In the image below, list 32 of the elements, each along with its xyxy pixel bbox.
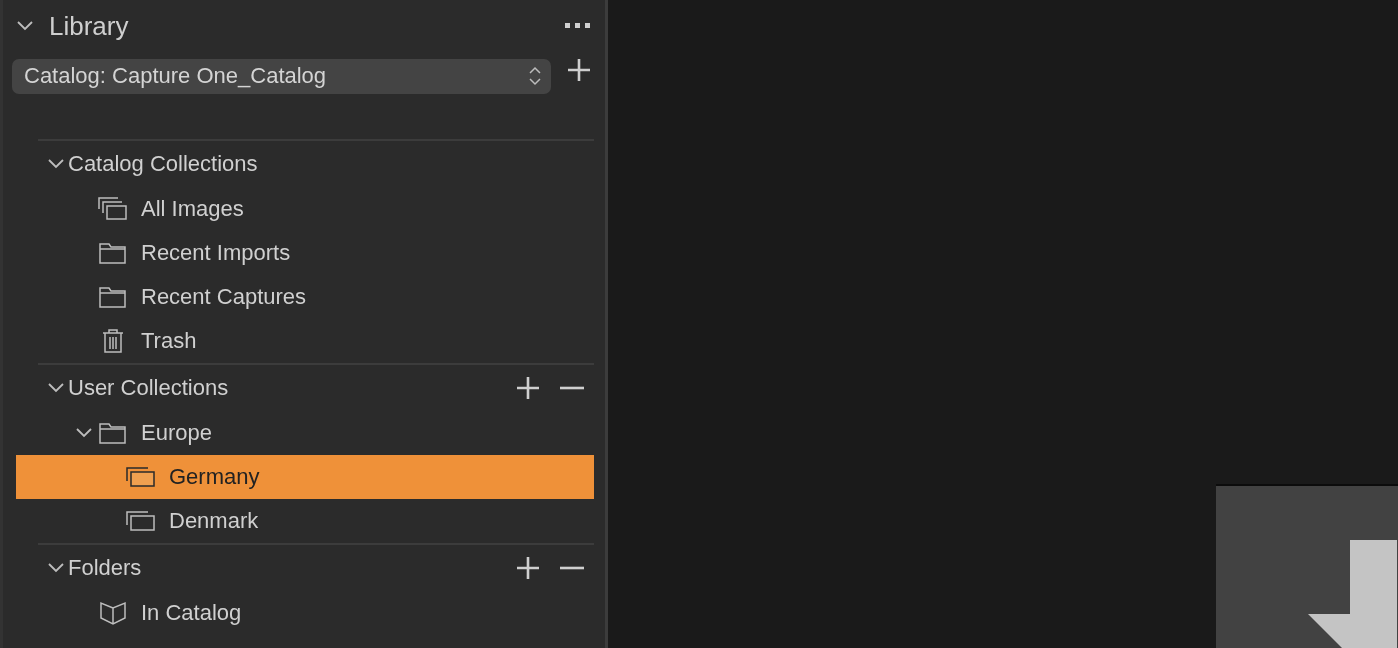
tree-item[interactable]: Trash [16, 319, 594, 363]
tree-item[interactable]: Germany [16, 455, 594, 499]
add-icon[interactable] [567, 58, 591, 82]
remove-icon[interactable] [560, 386, 584, 390]
add-icon[interactable] [516, 556, 540, 580]
book-icon [98, 601, 128, 625]
add-icon[interactable] [516, 376, 540, 400]
catalog-select[interactable]: Catalog: Capture One_Catalog [12, 58, 551, 94]
tree-item[interactable]: Recent Imports [16, 231, 594, 275]
tree-item[interactable]: In Catalog [16, 591, 594, 635]
tree-item[interactable]: Denmark [16, 499, 594, 543]
chevron-icon[interactable] [76, 428, 92, 438]
stacked-frames-icon [98, 197, 128, 221]
folder-icon [98, 421, 128, 445]
updown-icon [529, 66, 541, 86]
tree-item[interactable]: Europe [16, 411, 594, 455]
chevron-icon[interactable] [17, 21, 33, 31]
remove-icon[interactable] [560, 566, 584, 570]
folder-icon [98, 285, 128, 309]
tree-item[interactable]: Recent Captures [16, 275, 594, 319]
tree-item[interactable]: All Images [16, 187, 594, 231]
more-icon[interactable] [565, 23, 591, 29]
section-title: User Collections [68, 375, 230, 401]
chevron-icon[interactable] [48, 159, 64, 169]
section-title: Folders [68, 555, 143, 581]
folder-icon [98, 241, 128, 265]
panel-title: Library [49, 10, 130, 42]
album-icon [126, 465, 156, 489]
chevron-icon[interactable] [48, 383, 64, 393]
section-title: Catalog Collections [68, 151, 259, 177]
album-icon [126, 509, 156, 533]
chevron-icon[interactable] [48, 563, 64, 573]
